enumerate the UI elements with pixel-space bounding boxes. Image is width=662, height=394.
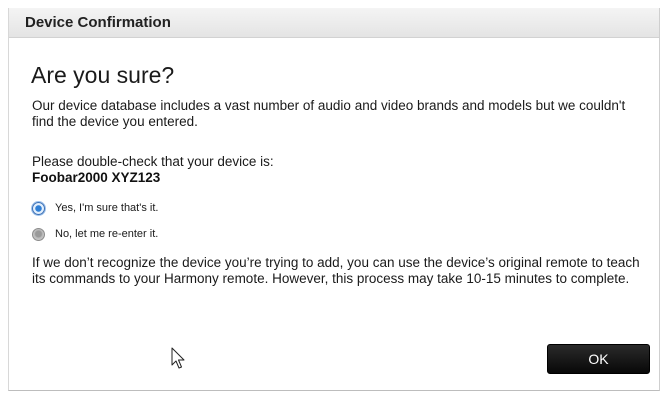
option-no-label: No, let me re-enter it. bbox=[55, 228, 159, 240]
intro-text: Our device database includes a vast numb… bbox=[32, 98, 626, 129]
option-yes[interactable]: Yes, I'm sure that's it. bbox=[32, 202, 158, 215]
check-prompt: Please double-check that your device is: bbox=[32, 154, 274, 169]
radio-no-unselected[interactable] bbox=[32, 228, 45, 241]
option-yes-label: Yes, I'm sure that's it. bbox=[55, 202, 159, 214]
footer-text: If we don’t recognize the device you’re … bbox=[32, 255, 640, 286]
dialog-title: Device Confirmation bbox=[25, 14, 171, 31]
dialog-titlebar: Device Confirmation bbox=[9, 8, 659, 38]
mouse-pointer-icon bbox=[171, 347, 185, 369]
device-confirmation-dialog: Device Confirmation Are you sure? Our de… bbox=[8, 8, 660, 391]
device-name: Foobar2000 XYZ123 bbox=[32, 170, 161, 185]
option-no[interactable]: No, let me re-enter it. bbox=[32, 228, 158, 241]
ok-button[interactable]: OK bbox=[547, 344, 650, 374]
page-title: Are you sure? bbox=[31, 62, 175, 88]
radio-yes-selected[interactable] bbox=[32, 202, 45, 215]
